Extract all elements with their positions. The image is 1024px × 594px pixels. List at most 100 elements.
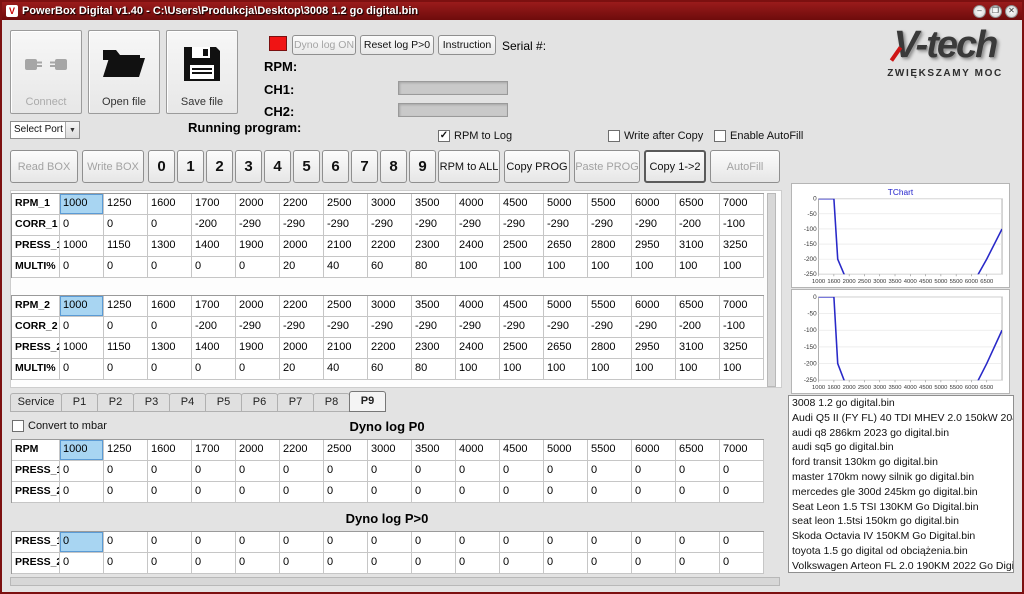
file-list-item[interactable]: seat leon 1.5tsi 150km go digital.bin <box>789 514 1013 529</box>
grid-cell[interactable]: 100 <box>676 257 720 278</box>
grid-cell[interactable]: 1900 <box>236 338 280 359</box>
grid-cell[interactable]: 0 <box>588 532 632 553</box>
digit-button-4[interactable]: 4 <box>264 150 291 183</box>
checkbox-box[interactable]: ✓ <box>438 130 450 142</box>
grid-cell[interactable]: -290 <box>456 215 500 236</box>
grid-cell[interactable]: -290 <box>412 317 456 338</box>
grid-cell[interactable]: 1000 <box>60 236 104 257</box>
file-list[interactable]: 3008 1.2 go digital.binAudi Q5 II (FY FL… <box>788 395 1014 573</box>
grid-cell[interactable]: 0 <box>456 553 500 574</box>
digit-button-7[interactable]: 7 <box>351 150 378 183</box>
digit-button-6[interactable]: 6 <box>322 150 349 183</box>
grid-cell[interactable]: 0 <box>192 257 236 278</box>
tab-service[interactable]: Service <box>10 393 62 412</box>
rpm-to-all-button[interactable]: RPM to ALL <box>438 150 500 183</box>
grid-cell[interactable]: -290 <box>324 215 368 236</box>
digit-button-2[interactable]: 2 <box>206 150 233 183</box>
grid-cell[interactable]: 100 <box>632 359 676 380</box>
grid-cell[interactable]: 3100 <box>676 338 720 359</box>
grid-cell[interactable]: -290 <box>368 215 412 236</box>
tab-p3[interactable]: P3 <box>133 393 170 412</box>
grid-cell[interactable]: -200 <box>192 215 236 236</box>
grid-cell[interactable]: 0 <box>60 359 104 380</box>
grid-cell[interactable]: 1700 <box>192 440 236 461</box>
grid-cell[interactable]: 0 <box>500 482 544 503</box>
grid-cell[interactable]: 100 <box>676 359 720 380</box>
grid-cell[interactable]: 100 <box>720 359 764 380</box>
grid-cell[interactable]: 0 <box>148 553 192 574</box>
write-after-copy-checkbox[interactable]: Write after Copy <box>608 130 703 142</box>
grid-cell[interactable]: 0 <box>104 359 148 380</box>
read-box-button[interactable]: Read BOX <box>10 150 78 183</box>
grid-cell[interactable]: 1600 <box>148 440 192 461</box>
grid-cell[interactable]: 3500 <box>412 296 456 317</box>
grid-cell[interactable]: 0 <box>544 461 588 482</box>
file-list-item[interactable]: audi sq5 go digital.bin <box>789 440 1013 455</box>
port-select[interactable]: Select Port ▼ <box>10 121 80 139</box>
grid-cell[interactable]: 0 <box>588 461 632 482</box>
grid-cell[interactable]: 0 <box>148 532 192 553</box>
tab-p6[interactable]: P6 <box>241 393 278 412</box>
digit-button-9[interactable]: 9 <box>409 150 436 183</box>
grid-cell[interactable]: 0 <box>60 532 104 553</box>
grid-cell[interactable]: 0 <box>192 461 236 482</box>
grid-cell[interactable]: 1700 <box>192 296 236 317</box>
paste-prog-button[interactable]: Paste PROG <box>574 150 640 183</box>
digit-button-5[interactable]: 5 <box>293 150 320 183</box>
grid-cell[interactable]: 6500 <box>676 296 720 317</box>
checkbox-box[interactable] <box>714 130 726 142</box>
grid-cell[interactable]: 5000 <box>544 296 588 317</box>
grid-cell[interactable]: 6000 <box>632 440 676 461</box>
file-list-item[interactable]: ford transit 130km go digital.bin <box>789 455 1013 470</box>
grid-cell[interactable]: 1150 <box>104 236 148 257</box>
grid-cell[interactable]: 5000 <box>544 194 588 215</box>
grid-cell[interactable]: 60 <box>368 359 412 380</box>
grid-cell[interactable]: 0 <box>236 257 280 278</box>
grid-cell[interactable]: 0 <box>148 257 192 278</box>
grid-cell[interactable]: 0 <box>324 461 368 482</box>
grid-cell[interactable]: 0 <box>720 553 764 574</box>
grid-cell[interactable]: 2100 <box>324 338 368 359</box>
grid-cell[interactable]: 2800 <box>588 236 632 257</box>
grid-cell[interactable]: 2800 <box>588 338 632 359</box>
grid-cell[interactable]: 3250 <box>720 338 764 359</box>
grid-cell[interactable]: 0 <box>280 461 324 482</box>
grid-cell[interactable]: 0 <box>60 317 104 338</box>
grid-cell[interactable]: 100 <box>632 257 676 278</box>
grid-cell[interactable]: 2100 <box>324 236 368 257</box>
grid-cell[interactable]: 1000 <box>60 296 104 317</box>
tab-p8[interactable]: P8 <box>313 393 350 412</box>
grid-cell[interactable]: 5500 <box>588 296 632 317</box>
grid-cell[interactable]: 0 <box>148 215 192 236</box>
grid-cell[interactable]: 2000 <box>280 236 324 257</box>
grid-cell[interactable]: 0 <box>456 461 500 482</box>
grid-cell[interactable]: 0 <box>676 553 720 574</box>
grid-cell[interactable]: 3000 <box>368 296 412 317</box>
grid-cell[interactable]: -290 <box>236 317 280 338</box>
grid-cell[interactable]: 6500 <box>676 440 720 461</box>
grid-cell[interactable]: 0 <box>104 553 148 574</box>
grid-cell[interactable]: 20 <box>280 257 324 278</box>
grid-cell[interactable]: 0 <box>412 461 456 482</box>
grid-cell[interactable]: 100 <box>544 359 588 380</box>
grid-cell[interactable]: 0 <box>632 482 676 503</box>
checkbox-box[interactable] <box>608 130 620 142</box>
grid-cell[interactable]: 0 <box>148 317 192 338</box>
grid-cell[interactable]: 100 <box>588 359 632 380</box>
grid-cell[interactable]: 2300 <box>412 338 456 359</box>
grid-cell[interactable]: 2200 <box>368 338 412 359</box>
grid-cell[interactable]: -290 <box>632 317 676 338</box>
grid-cell[interactable]: 1400 <box>192 338 236 359</box>
tab-p1[interactable]: P1 <box>61 393 98 412</box>
grid-cell[interactable]: 0 <box>720 532 764 553</box>
grid-cell[interactable]: 0 <box>236 482 280 503</box>
digit-button-0[interactable]: 0 <box>148 150 175 183</box>
grid-cell[interactable]: 4000 <box>456 194 500 215</box>
tab-p5[interactable]: P5 <box>205 393 242 412</box>
grid-cell[interactable]: 0 <box>676 461 720 482</box>
grid-cell[interactable]: 0 <box>500 461 544 482</box>
grid-cell[interactable]: 1250 <box>104 194 148 215</box>
grid-cell[interactable]: 2500 <box>324 296 368 317</box>
grid-cell[interactable]: 1400 <box>192 236 236 257</box>
grid-cell[interactable]: 3500 <box>412 440 456 461</box>
